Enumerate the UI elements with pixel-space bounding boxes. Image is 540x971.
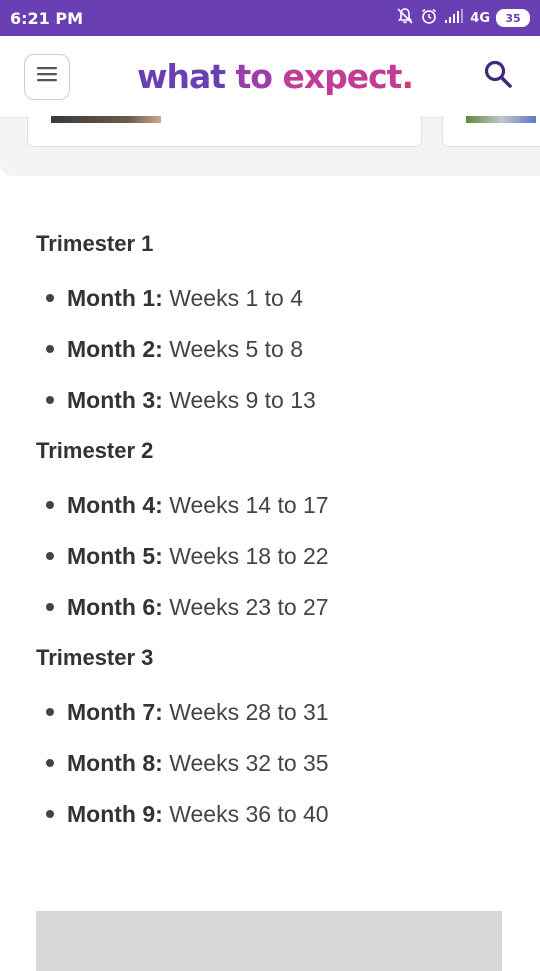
signal-bars-icon: [444, 9, 464, 27]
month-label: Month 2:: [67, 336, 163, 362]
month-label: Month 9:: [67, 801, 163, 827]
bullet: [46, 501, 54, 509]
bullet: [46, 759, 54, 767]
carousel-card[interactable]: [442, 116, 540, 147]
mute-bell-icon: [396, 7, 414, 29]
network-type: 4G: [470, 10, 490, 26]
bullet: [46, 708, 54, 716]
month-label: Month 8:: [67, 750, 163, 776]
status-bar: 6:21 PM 4G 35: [0, 0, 540, 36]
list-item: Month 5: Weeks 18 to 22: [36, 540, 516, 572]
battery-icon: 35: [496, 9, 530, 27]
pregnancy-months-content: Trimester 1 Month 1: Weeks 1 to 4 Month …: [36, 228, 516, 849]
month-weeks: Weeks 1 to 4: [162, 285, 304, 311]
bullet: [46, 294, 54, 302]
hamburger-menu-icon: [36, 65, 58, 88]
card-thumbnail: [466, 116, 536, 123]
month-label: Month 6:: [67, 594, 163, 620]
month-weeks: Weeks 36 to 40: [162, 801, 329, 827]
menu-button[interactable]: [24, 53, 70, 100]
list-item: Month 8: Weeks 32 to 35: [36, 747, 516, 779]
month-label: Month 7:: [67, 699, 163, 725]
bullet: [46, 552, 54, 560]
month-label: Month 5:: [67, 543, 163, 569]
trimester-heading: Trimester 2: [36, 438, 154, 463]
ad-placeholder: [36, 911, 502, 971]
month-list: Month 1: Weeks 1 to 4 Month 2: Weeks 5 t…: [36, 282, 516, 416]
bullet: [46, 396, 54, 404]
status-icons: 4G 35: [396, 7, 530, 29]
list-item: Month 9: Weeks 36 to 40: [36, 798, 516, 830]
list-item: Month 6: Weeks 23 to 27: [36, 591, 516, 623]
article-carousel[interactable]: [0, 116, 540, 176]
bullet: [46, 345, 54, 353]
site-logo[interactable]: what to expect.: [136, 57, 414, 96]
battery-level: 35: [505, 11, 521, 25]
trimester-section: Trimester 3 Month 7: Weeks 28 to 31 Mont…: [36, 642, 516, 830]
month-label: Month 1:: [67, 285, 163, 311]
month-weeks: Weeks 9 to 13: [162, 387, 316, 413]
month-weeks: Weeks 28 to 31: [162, 699, 329, 725]
logo-part-expect: expect: [282, 57, 402, 96]
trimester-heading: Trimester 3: [36, 645, 154, 670]
search-icon: [483, 59, 513, 94]
month-weeks: Weeks 32 to 35: [162, 750, 329, 776]
month-weeks: Weeks 5 to 8: [162, 336, 304, 362]
list-item: Month 7: Weeks 28 to 31: [36, 696, 516, 728]
status-time: 6:21 PM: [10, 8, 84, 28]
list-item: Month 1: Weeks 1 to 4: [36, 282, 516, 314]
list-item: Month 2: Weeks 5 to 8: [36, 333, 516, 365]
month-weeks: Weeks 23 to 27: [162, 594, 329, 620]
site-header: what to expect.: [0, 36, 540, 118]
list-item: Month 4: Weeks 14 to 17: [36, 489, 516, 521]
logo-part-what: what: [136, 57, 236, 96]
carousel-card[interactable]: [27, 116, 422, 147]
month-list: Month 7: Weeks 28 to 31 Month 8: Weeks 3…: [36, 696, 516, 830]
bullet: [46, 810, 54, 818]
month-list: Month 4: Weeks 14 to 17 Month 5: Weeks 1…: [36, 489, 516, 623]
search-button[interactable]: [480, 59, 516, 95]
logo-dot: .: [401, 57, 414, 96]
trimester-section: Trimester 1 Month 1: Weeks 1 to 4 Month …: [36, 228, 516, 416]
month-label: Month 3:: [67, 387, 163, 413]
month-weeks: Weeks 14 to 17: [162, 492, 329, 518]
trimester-heading: Trimester 1: [36, 231, 154, 256]
logo-part-to: to: [235, 57, 283, 96]
month-label: Month 4:: [67, 492, 163, 518]
bullet: [46, 603, 54, 611]
alarm-icon: [420, 7, 438, 29]
trimester-section: Trimester 2 Month 4: Weeks 14 to 17 Mont…: [36, 435, 516, 623]
month-weeks: Weeks 18 to 22: [162, 543, 329, 569]
list-item: Month 3: Weeks 9 to 13: [36, 384, 516, 416]
card-thumbnail: [51, 116, 161, 123]
